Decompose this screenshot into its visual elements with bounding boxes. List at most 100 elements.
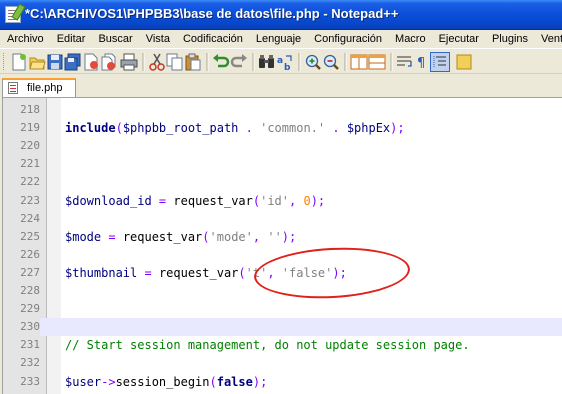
- code-token: false: [216, 374, 253, 389]
- line-number: 226: [20, 247, 40, 261]
- line-number: 231: [20, 338, 40, 352]
- zoom-out-icon[interactable]: [323, 54, 339, 70]
- code-line[interactable]: 223 $download_id = request_var('id', 0);: [3, 192, 562, 210]
- code-text: $mode = request_var('mode', '');: [65, 228, 296, 246]
- more-toolbar-icon[interactable]: [456, 54, 472, 70]
- new-file-icon[interactable]: [12, 53, 26, 71]
- code-line[interactable]: 232: [3, 354, 562, 372]
- line-number: 228: [20, 284, 40, 297]
- code-token: request_var: [158, 265, 239, 280]
- code-token: );: [390, 121, 405, 136]
- menu-vista[interactable]: Vista: [139, 30, 176, 48]
- paste-icon[interactable]: [185, 53, 201, 71]
- code-line[interactable]: 218: [3, 101, 562, 119]
- code-editor[interactable]: 218 219 include($phpbb_root_path . 'common…: [2, 97, 562, 394]
- code-token: 'common.': [260, 121, 326, 136]
- window-title: *C:\ARCHIVOS1\PHPBB3\base de datos\file.…: [25, 6, 399, 21]
- svg-text:¶: ¶: [417, 56, 425, 71]
- print-icon[interactable]: [120, 53, 138, 71]
- line-number: 229: [20, 302, 40, 316]
- close-icon[interactable]: [84, 53, 98, 71]
- menu-plugins[interactable]: Plugins: [485, 30, 534, 48]
- code-token: (: [115, 121, 123, 136]
- line-number: 221: [20, 157, 40, 171]
- menu-macro[interactable]: Macro: [388, 30, 432, 48]
- menu-archivo[interactable]: Archivo: [0, 30, 50, 48]
- code-token: // Start session management, do not upda…: [65, 338, 470, 353]
- code-token: session_begin: [115, 374, 210, 389]
- line-number: 225: [20, 229, 40, 243]
- code-text: include($phpbb_root_path . 'common.' . $…: [65, 119, 405, 137]
- find-icon[interactable]: [259, 55, 274, 68]
- menu-bar: Archivo Editar Buscar Vista Codificación Leng…: [0, 30, 562, 48]
- code-token: ->: [101, 374, 116, 389]
- word-wrap-icon[interactable]: [397, 56, 412, 67]
- code-line[interactable]: 222: [3, 173, 562, 191]
- code-token: );: [310, 193, 326, 208]
- code-line[interactable]: 230: [3, 318, 562, 337]
- menu-lenguaje[interactable]: Lenguaje: [249, 30, 307, 48]
- notepadpp-app-icon[interactable]: [5, 6, 21, 23]
- toolbar-icons: a b ¶: [12, 53, 425, 73]
- open-file-icon[interactable]: [29, 57, 46, 70]
- line-number: 227: [20, 265, 40, 279]
- line-number: 219: [20, 121, 40, 135]
- code-token: (: [202, 229, 210, 244]
- code-token: .: [238, 121, 261, 136]
- code-token: $phpEx: [346, 121, 391, 136]
- code-line[interactable]: 225 $mode = request_var('mode', '');: [3, 228, 562, 246]
- code-line[interactable]: 233 $user->session_begin(false);: [3, 373, 562, 391]
- code-token: .: [325, 121, 347, 136]
- indent-guide-icon[interactable]: [430, 52, 450, 72]
- code-token: include: [65, 121, 116, 136]
- file-icon: [8, 82, 18, 94]
- cut-icon[interactable]: [149, 53, 165, 71]
- save-all-icon[interactable]: [64, 53, 81, 71]
- code-line[interactable]: 231 // Start session management, do not u…: [3, 336, 562, 354]
- close-all-icon[interactable]: [101, 53, 116, 71]
- code-token: =: [137, 265, 159, 280]
- code-token: 'mode': [209, 229, 253, 244]
- menu-codificacion[interactable]: Codificación: [176, 30, 249, 48]
- tab-label: file.php: [27, 82, 63, 94]
- code-token: ,: [252, 229, 268, 244]
- code-line[interactable]: 224: [3, 210, 562, 228]
- zoom-in-icon[interactable]: [305, 54, 321, 70]
- copy-icon[interactable]: [166, 53, 183, 71]
- code-line[interactable]: 219 include($phpbb_root_path . 'common.' …: [3, 119, 562, 137]
- code-text: $user->session_begin(false);: [65, 373, 267, 391]
- code-line[interactable]: 220: [3, 137, 562, 155]
- sync-vertical-icon[interactable]: [350, 54, 368, 70]
- undo-icon[interactable]: [213, 54, 230, 68]
- line-number: 218: [20, 103, 40, 116]
- show-all-chars-icon[interactable]: ¶: [417, 56, 425, 71]
- menu-ejecutar[interactable]: Ejecutar: [432, 30, 485, 48]
- code-token: $download_id: [65, 193, 152, 208]
- tab-bar: file.php: [0, 75, 562, 97]
- code-text: // Start session management, do not upda…: [65, 336, 470, 354]
- line-number: 233: [20, 374, 40, 388]
- code-line[interactable]: 229: [3, 300, 562, 318]
- code-token: '': [267, 229, 282, 244]
- line-number: 224: [20, 211, 40, 225]
- sync-horizontal-icon[interactable]: [368, 54, 386, 70]
- line-number: 232: [20, 356, 40, 370]
- code-token: );: [252, 374, 268, 389]
- menu-editar[interactable]: Editar: [50, 30, 92, 48]
- tab-file-php[interactable]: file.php: [2, 78, 76, 97]
- menu-ventana[interactable]: Ventana: [534, 30, 562, 48]
- menu-configuracion[interactable]: Configuración: [307, 30, 388, 48]
- code-token: ,: [289, 193, 304, 208]
- line-number: 220: [20, 139, 40, 153]
- save-icon[interactable]: [47, 54, 63, 70]
- code-line[interactable]: 221: [3, 155, 562, 173]
- svg-text:b: b: [284, 63, 291, 73]
- replace-icon[interactable]: a b: [277, 55, 292, 73]
- code-token: request_var: [173, 193, 253, 208]
- redo-icon[interactable]: [230, 54, 247, 68]
- line-number: 223: [20, 193, 40, 207]
- code-token: (: [209, 374, 217, 389]
- code-token: 'id': [260, 193, 290, 208]
- code-token: $phpbb_root_path: [122, 121, 239, 136]
- menu-buscar[interactable]: Buscar: [91, 30, 138, 48]
